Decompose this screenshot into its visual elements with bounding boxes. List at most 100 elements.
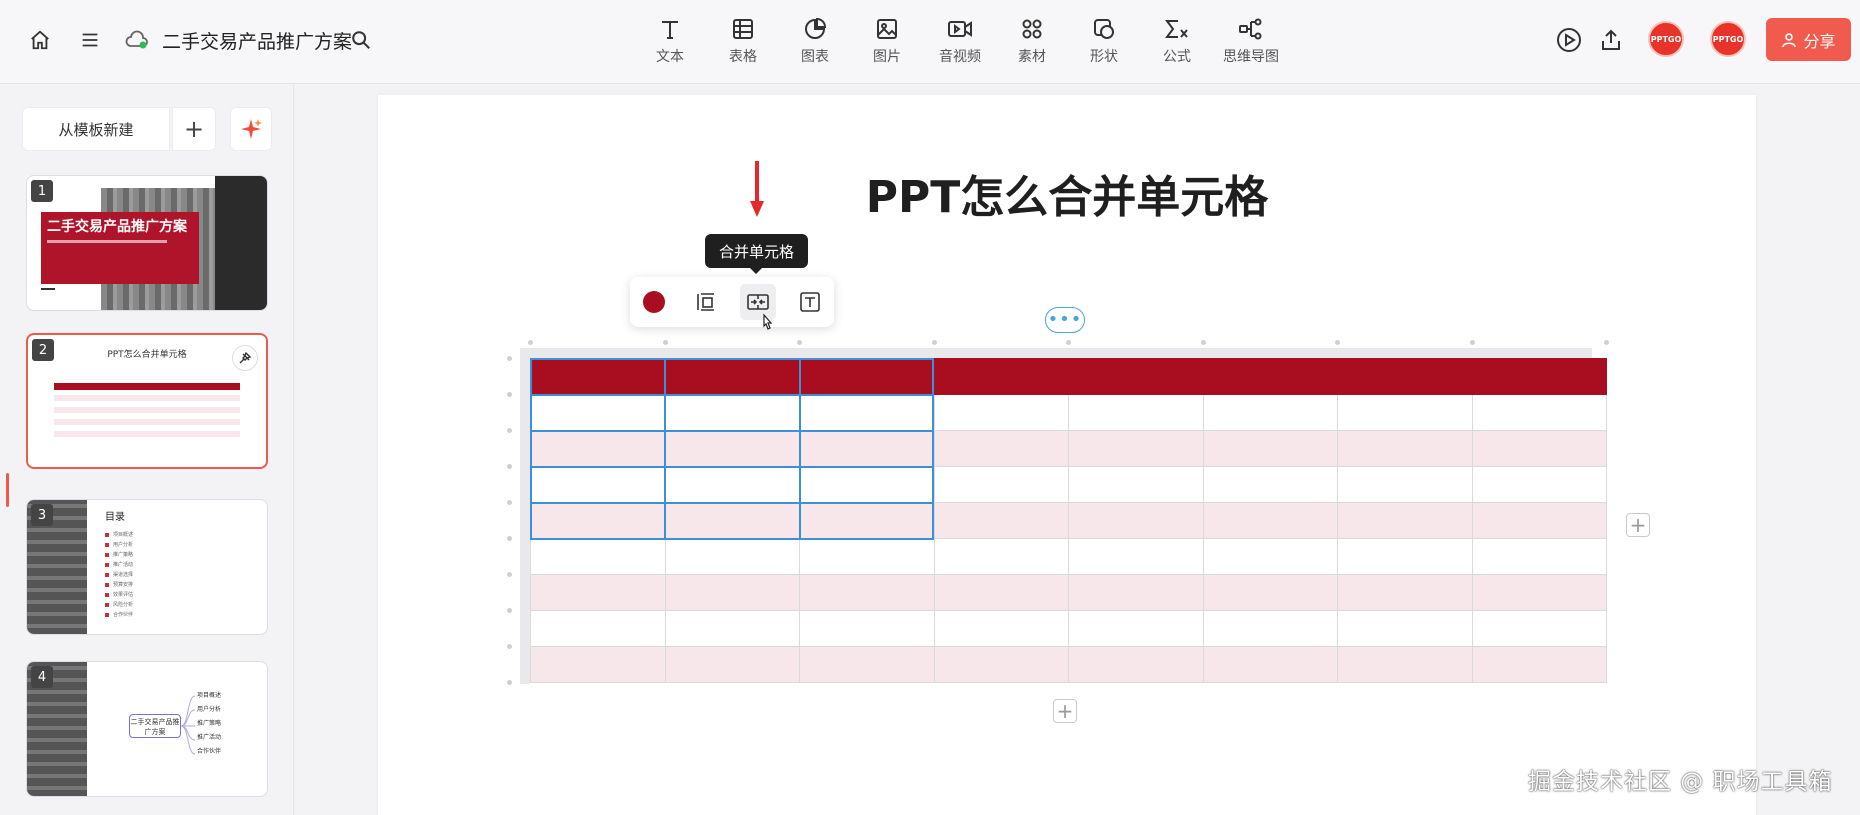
insert-chart-button[interactable]: 图表 — [783, 16, 847, 68]
insert-image-button[interactable]: 图片 — [855, 16, 919, 68]
row-handle-dot[interactable] — [507, 572, 512, 577]
fill-color-button[interactable] — [636, 284, 672, 320]
table-cell[interactable] — [664, 430, 800, 467]
search-icon[interactable] — [348, 27, 374, 53]
table-object[interactable] — [507, 340, 1609, 688]
table-cell[interactable] — [664, 394, 800, 431]
table-cell[interactable] — [530, 502, 666, 539]
table-cell[interactable] — [1068, 574, 1204, 611]
play-icon[interactable] — [1556, 27, 1582, 53]
table-cell[interactable] — [1337, 646, 1473, 683]
table-cell[interactable] — [799, 610, 935, 647]
table-cell[interactable] — [799, 502, 935, 539]
table-cell[interactable] — [530, 358, 666, 395]
table-cell[interactable] — [664, 610, 800, 647]
more-options-button[interactable]: ••• — [1045, 307, 1085, 333]
table-cell[interactable] — [799, 574, 935, 611]
table-cell[interactable] — [1337, 466, 1473, 503]
table-cell[interactable] — [664, 574, 800, 611]
column-handle-dot[interactable] — [1604, 340, 1609, 345]
row-handle-dot[interactable] — [507, 644, 512, 649]
table-cell[interactable] — [1068, 502, 1204, 539]
table-cell[interactable] — [1068, 646, 1204, 683]
table-cell[interactable] — [933, 358, 1069, 395]
table-cell[interactable] — [933, 430, 1069, 467]
home-icon[interactable] — [27, 27, 53, 53]
pin-icon[interactable] — [232, 345, 258, 371]
table-cell[interactable] — [530, 646, 666, 683]
table-cell[interactable] — [933, 574, 1069, 611]
user-avatar[interactable]: PPTGO — [1710, 21, 1746, 57]
column-handle-bar[interactable] — [520, 348, 1592, 358]
table-cell[interactable] — [1202, 610, 1338, 647]
insert-material-button[interactable]: 素材 — [1000, 16, 1064, 68]
table-cell[interactable] — [1202, 430, 1338, 467]
row-handle-dot[interactable] — [507, 536, 512, 541]
column-handle-dot[interactable] — [528, 340, 533, 345]
share-button[interactable]: 分享 — [1766, 18, 1851, 61]
insert-text-button[interactable]: 文本 — [638, 16, 702, 68]
table-cell[interactable] — [933, 502, 1069, 539]
table-cell[interactable] — [799, 646, 935, 683]
row-handle-dot[interactable] — [507, 356, 512, 361]
table-cell[interactable] — [1337, 574, 1473, 611]
ai-generate-button[interactable] — [230, 107, 272, 151]
table-cell[interactable] — [1471, 574, 1607, 611]
align-button[interactable] — [688, 284, 724, 320]
table-cell[interactable] — [1337, 430, 1473, 467]
table-cell[interactable] — [933, 466, 1069, 503]
insert-table-button[interactable]: 表格 — [711, 16, 775, 68]
slide-thumbnail-4[interactable]: 4 二手交易产品推广方案 项目概述 用户分析 推广策略 推广活动 合作伙伴 — [26, 661, 268, 797]
table-cell[interactable] — [1202, 574, 1338, 611]
table-cell[interactable] — [933, 610, 1069, 647]
slide-title[interactable]: PPT怎么合并单元格 — [378, 161, 1756, 225]
table-cell[interactable] — [799, 538, 935, 575]
table-cell[interactable] — [933, 538, 1069, 575]
row-handle-dot[interactable] — [507, 392, 512, 397]
table-cell[interactable] — [530, 394, 666, 431]
table-cell[interactable] — [1471, 646, 1607, 683]
table-cell[interactable] — [1471, 502, 1607, 539]
table-cell[interactable] — [530, 538, 666, 575]
table-cell[interactable] — [530, 610, 666, 647]
table-cell[interactable] — [1068, 610, 1204, 647]
text-box-button[interactable] — [792, 284, 828, 320]
column-handle-dot[interactable] — [931, 340, 937, 345]
table-cell[interactable] — [530, 466, 666, 503]
table-cell[interactable] — [1202, 646, 1338, 683]
table-cell[interactable] — [799, 466, 935, 503]
table-cell[interactable] — [1202, 358, 1338, 395]
table-cell[interactable] — [1202, 466, 1338, 503]
table-cell[interactable] — [1337, 538, 1473, 575]
column-handle-dot[interactable] — [662, 340, 668, 345]
row-handle-dot[interactable] — [507, 500, 512, 505]
new-from-template-button[interactable]: 从模板新建 — [22, 107, 170, 151]
column-handle-dot[interactable] — [1200, 340, 1206, 345]
table-cell[interactable] — [1471, 430, 1607, 467]
table-cell[interactable] — [1202, 538, 1338, 575]
table-cell[interactable] — [799, 358, 935, 395]
table-cell[interactable] — [1068, 466, 1204, 503]
add-column-button[interactable]: + — [1626, 513, 1650, 537]
table-cell[interactable] — [664, 466, 800, 503]
insert-video-button[interactable]: 音视频 — [928, 16, 992, 68]
add-slide-button[interactable]: + — [172, 107, 216, 151]
table-cell[interactable] — [664, 646, 800, 683]
slide-canvas[interactable]: PPT怎么合并单元格 合并单元格 ••• + + — [378, 95, 1756, 815]
row-handle-dot[interactable] — [507, 680, 512, 685]
table-cell[interactable] — [1202, 394, 1338, 431]
table-cell[interactable] — [1471, 610, 1607, 647]
row-handle-dot[interactable] — [507, 608, 512, 613]
table-cell[interactable] — [1068, 538, 1204, 575]
table-cell[interactable] — [1202, 502, 1338, 539]
slide-thumbnail-3[interactable]: 3 目录 项目概述 用户分析 推广策略 推广活动 渠道选择 预算安排 效果评估 风险分析 合作伙… — [26, 499, 268, 635]
table-cell[interactable] — [1068, 430, 1204, 467]
table-cell[interactable] — [1471, 466, 1607, 503]
add-row-button[interactable]: + — [1053, 699, 1077, 723]
menu-icon[interactable] — [77, 27, 103, 53]
table-cell[interactable] — [1337, 502, 1473, 539]
column-handle-dot[interactable] — [797, 340, 802, 345]
export-icon[interactable] — [1598, 27, 1624, 53]
document-title[interactable]: 二手交易产品推广方案 — [162, 27, 352, 54]
table-cell[interactable] — [1337, 394, 1473, 431]
